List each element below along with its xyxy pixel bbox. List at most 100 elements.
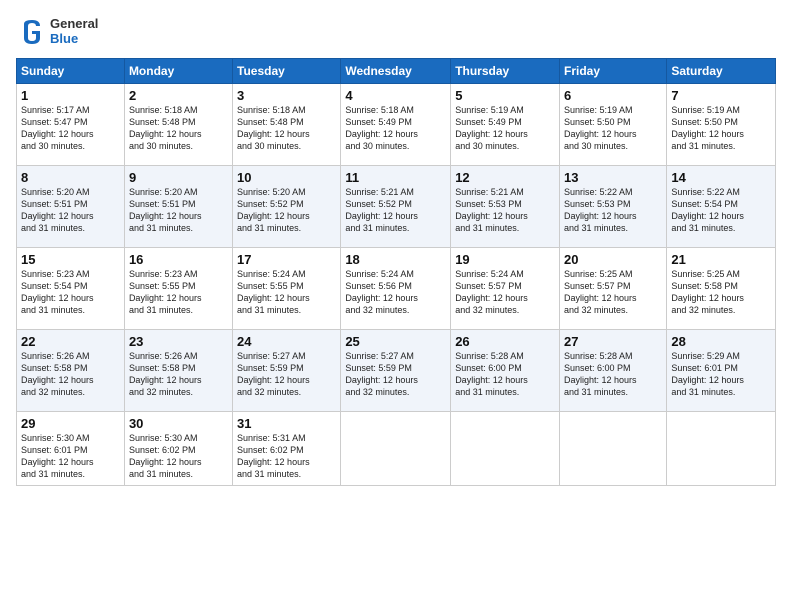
day-info: Sunrise: 5:18 AMSunset: 5:49 PMDaylight:…	[345, 104, 446, 153]
day-header-friday: Friday	[560, 59, 667, 84]
calendar-cell: 6Sunrise: 5:19 AMSunset: 5:50 PMDaylight…	[560, 84, 667, 166]
day-info: Sunrise: 5:30 AMSunset: 6:01 PMDaylight:…	[21, 432, 120, 481]
day-number: 5	[455, 88, 555, 103]
day-info: Sunrise: 5:30 AMSunset: 6:02 PMDaylight:…	[129, 432, 228, 481]
day-info: Sunrise: 5:20 AMSunset: 5:52 PMDaylight:…	[237, 186, 336, 235]
day-number: 8	[21, 170, 120, 185]
day-number: 26	[455, 334, 555, 349]
calendar-cell: 17Sunrise: 5:24 AMSunset: 5:55 PMDayligh…	[233, 248, 341, 330]
day-info: Sunrise: 5:21 AMSunset: 5:53 PMDaylight:…	[455, 186, 555, 235]
calendar-cell: 24Sunrise: 5:27 AMSunset: 5:59 PMDayligh…	[233, 330, 341, 412]
day-number: 14	[671, 170, 771, 185]
day-info: Sunrise: 5:22 AMSunset: 5:53 PMDaylight:…	[564, 186, 662, 235]
day-header-thursday: Thursday	[451, 59, 560, 84]
calendar-cell: 22Sunrise: 5:26 AMSunset: 5:58 PMDayligh…	[17, 330, 125, 412]
week-row-2: 8Sunrise: 5:20 AMSunset: 5:51 PMDaylight…	[17, 166, 776, 248]
day-number: 16	[129, 252, 228, 267]
day-number: 21	[671, 252, 771, 267]
day-info: Sunrise: 5:19 AMSunset: 5:50 PMDaylight:…	[671, 104, 771, 153]
day-info: Sunrise: 5:27 AMSunset: 5:59 PMDaylight:…	[345, 350, 446, 399]
day-number: 6	[564, 88, 662, 103]
day-number: 17	[237, 252, 336, 267]
calendar-cell: 14Sunrise: 5:22 AMSunset: 5:54 PMDayligh…	[667, 166, 776, 248]
day-info: Sunrise: 5:25 AMSunset: 5:58 PMDaylight:…	[671, 268, 771, 317]
week-row-5: 29Sunrise: 5:30 AMSunset: 6:01 PMDayligh…	[17, 412, 776, 486]
calendar-cell: 2Sunrise: 5:18 AMSunset: 5:48 PMDaylight…	[124, 84, 232, 166]
day-header-saturday: Saturday	[667, 59, 776, 84]
day-info: Sunrise: 5:18 AMSunset: 5:48 PMDaylight:…	[129, 104, 228, 153]
calendar-cell	[667, 412, 776, 486]
calendar-cell: 4Sunrise: 5:18 AMSunset: 5:49 PMDaylight…	[341, 84, 451, 166]
day-number: 18	[345, 252, 446, 267]
day-info: Sunrise: 5:22 AMSunset: 5:54 PMDaylight:…	[671, 186, 771, 235]
calendar-cell: 12Sunrise: 5:21 AMSunset: 5:53 PMDayligh…	[451, 166, 560, 248]
calendar-cell	[341, 412, 451, 486]
calendar-cell: 3Sunrise: 5:18 AMSunset: 5:48 PMDaylight…	[233, 84, 341, 166]
calendar-cell	[451, 412, 560, 486]
calendar-cell: 7Sunrise: 5:19 AMSunset: 5:50 PMDaylight…	[667, 84, 776, 166]
day-number: 22	[21, 334, 120, 349]
week-row-3: 15Sunrise: 5:23 AMSunset: 5:54 PMDayligh…	[17, 248, 776, 330]
day-info: Sunrise: 5:25 AMSunset: 5:57 PMDaylight:…	[564, 268, 662, 317]
calendar-cell: 29Sunrise: 5:30 AMSunset: 6:01 PMDayligh…	[17, 412, 125, 486]
day-info: Sunrise: 5:27 AMSunset: 5:59 PMDaylight:…	[237, 350, 336, 399]
day-number: 9	[129, 170, 228, 185]
day-info: Sunrise: 5:19 AMSunset: 5:49 PMDaylight:…	[455, 104, 555, 153]
day-info: Sunrise: 5:24 AMSunset: 5:55 PMDaylight:…	[237, 268, 336, 317]
calendar-table: SundayMondayTuesdayWednesdayThursdayFrid…	[16, 58, 776, 486]
day-number: 30	[129, 416, 228, 431]
day-header-wednesday: Wednesday	[341, 59, 451, 84]
day-number: 10	[237, 170, 336, 185]
day-info: Sunrise: 5:29 AMSunset: 6:01 PMDaylight:…	[671, 350, 771, 399]
calendar-cell: 8Sunrise: 5:20 AMSunset: 5:51 PMDaylight…	[17, 166, 125, 248]
calendar-cell: 5Sunrise: 5:19 AMSunset: 5:49 PMDaylight…	[451, 84, 560, 166]
day-info: Sunrise: 5:24 AMSunset: 5:56 PMDaylight:…	[345, 268, 446, 317]
calendar-header-row: SundayMondayTuesdayWednesdayThursdayFrid…	[17, 59, 776, 84]
day-number: 31	[237, 416, 336, 431]
calendar-cell: 20Sunrise: 5:25 AMSunset: 5:57 PMDayligh…	[560, 248, 667, 330]
day-number: 13	[564, 170, 662, 185]
day-number: 20	[564, 252, 662, 267]
page-container: General Blue SundayMondayTuesdayWednesda…	[0, 0, 792, 496]
day-info: Sunrise: 5:20 AMSunset: 5:51 PMDaylight:…	[21, 186, 120, 235]
day-info: Sunrise: 5:21 AMSunset: 5:52 PMDaylight:…	[345, 186, 446, 235]
day-number: 24	[237, 334, 336, 349]
day-header-tuesday: Tuesday	[233, 59, 341, 84]
day-info: Sunrise: 5:26 AMSunset: 5:58 PMDaylight:…	[21, 350, 120, 399]
logo-blue: Blue	[50, 32, 98, 47]
logo: General Blue	[16, 16, 100, 48]
day-number: 7	[671, 88, 771, 103]
day-number: 4	[345, 88, 446, 103]
calendar-cell: 27Sunrise: 5:28 AMSunset: 6:00 PMDayligh…	[560, 330, 667, 412]
day-number: 15	[21, 252, 120, 267]
logo-icon	[16, 16, 48, 48]
day-info: Sunrise: 5:20 AMSunset: 5:51 PMDaylight:…	[129, 186, 228, 235]
calendar-cell: 25Sunrise: 5:27 AMSunset: 5:59 PMDayligh…	[341, 330, 451, 412]
day-info: Sunrise: 5:24 AMSunset: 5:57 PMDaylight:…	[455, 268, 555, 317]
day-info: Sunrise: 5:18 AMSunset: 5:48 PMDaylight:…	[237, 104, 336, 153]
day-number: 23	[129, 334, 228, 349]
calendar-cell: 11Sunrise: 5:21 AMSunset: 5:52 PMDayligh…	[341, 166, 451, 248]
day-info: Sunrise: 5:28 AMSunset: 6:00 PMDaylight:…	[564, 350, 662, 399]
calendar-cell: 1Sunrise: 5:17 AMSunset: 5:47 PMDaylight…	[17, 84, 125, 166]
calendar-cell: 15Sunrise: 5:23 AMSunset: 5:54 PMDayligh…	[17, 248, 125, 330]
day-number: 29	[21, 416, 120, 431]
calendar-cell: 30Sunrise: 5:30 AMSunset: 6:02 PMDayligh…	[124, 412, 232, 486]
day-header-sunday: Sunday	[17, 59, 125, 84]
calendar-cell: 19Sunrise: 5:24 AMSunset: 5:57 PMDayligh…	[451, 248, 560, 330]
day-info: Sunrise: 5:23 AMSunset: 5:55 PMDaylight:…	[129, 268, 228, 317]
calendar-cell: 13Sunrise: 5:22 AMSunset: 5:53 PMDayligh…	[560, 166, 667, 248]
day-number: 12	[455, 170, 555, 185]
header: General Blue	[16, 16, 776, 48]
day-info: Sunrise: 5:28 AMSunset: 6:00 PMDaylight:…	[455, 350, 555, 399]
day-number: 27	[564, 334, 662, 349]
day-header-monday: Monday	[124, 59, 232, 84]
day-number: 2	[129, 88, 228, 103]
calendar-cell: 10Sunrise: 5:20 AMSunset: 5:52 PMDayligh…	[233, 166, 341, 248]
calendar-cell: 26Sunrise: 5:28 AMSunset: 6:00 PMDayligh…	[451, 330, 560, 412]
day-info: Sunrise: 5:17 AMSunset: 5:47 PMDaylight:…	[21, 104, 120, 153]
day-info: Sunrise: 5:19 AMSunset: 5:50 PMDaylight:…	[564, 104, 662, 153]
calendar-cell: 18Sunrise: 5:24 AMSunset: 5:56 PMDayligh…	[341, 248, 451, 330]
day-info: Sunrise: 5:26 AMSunset: 5:58 PMDaylight:…	[129, 350, 228, 399]
week-row-1: 1Sunrise: 5:17 AMSunset: 5:47 PMDaylight…	[17, 84, 776, 166]
